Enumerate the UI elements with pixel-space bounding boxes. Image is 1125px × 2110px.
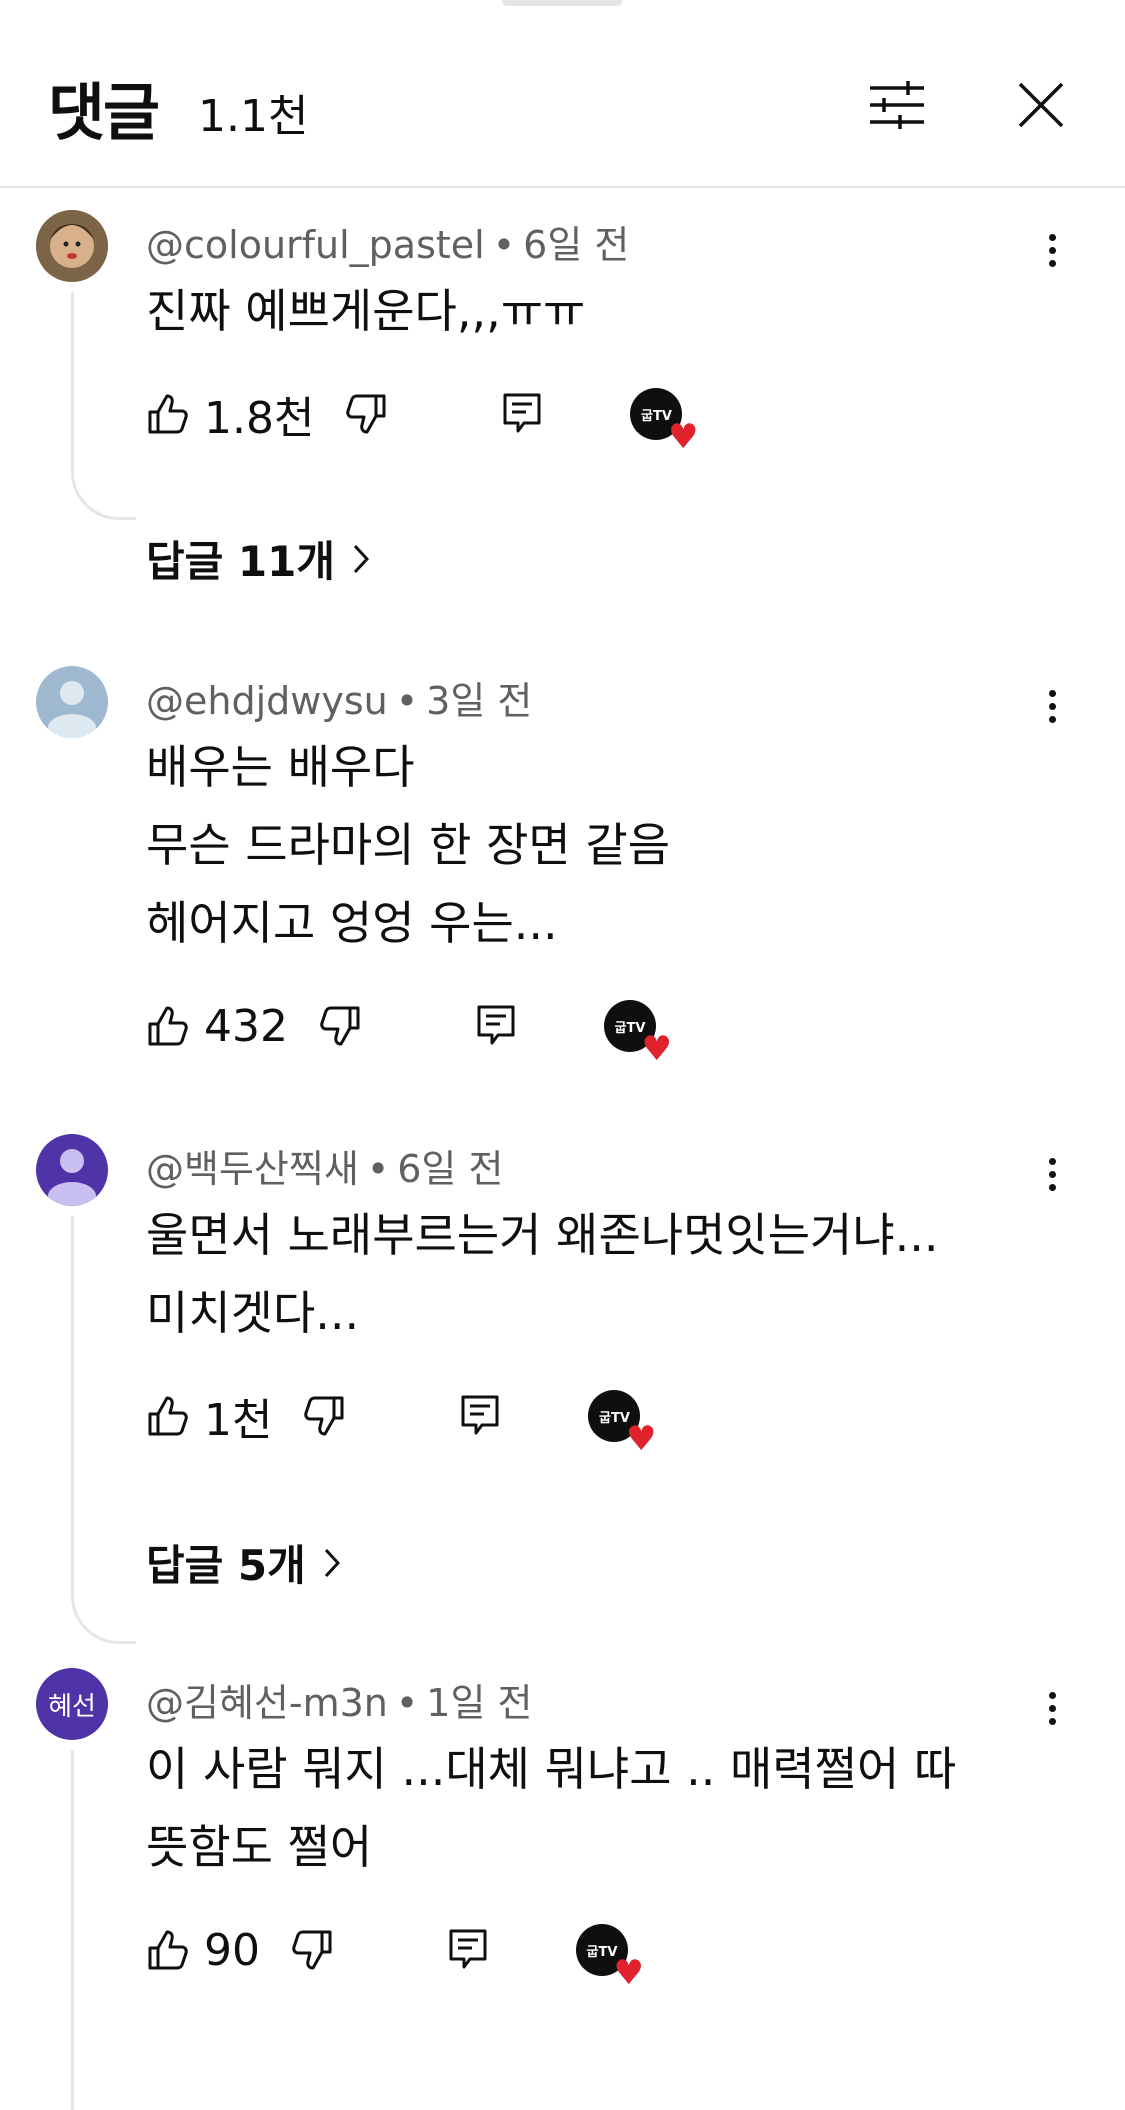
thread-line	[71, 1216, 136, 1644]
author-name[interactable]: @김혜선-m3n	[146, 1681, 388, 1725]
reply-icon	[477, 1005, 515, 1045]
thumbs-down-icon	[292, 1930, 332, 1970]
like-count: 1천	[204, 1395, 273, 1446]
filter-button[interactable]	[862, 70, 932, 140]
view-replies-button[interactable]: 답글 11개	[146, 528, 369, 589]
heart-icon: ♥	[641, 1029, 672, 1069]
creator-heart-badge: 굽TV ♥	[588, 1390, 656, 1456]
timestamp: 1일 전	[426, 1681, 533, 1725]
like-count: 432	[204, 1000, 288, 1052]
timestamp: 6일 전	[523, 223, 630, 267]
thread-line	[71, 1750, 136, 2110]
more-vert-icon	[1048, 233, 1056, 241]
comments-header: 댓글 1.1천	[0, 0, 1125, 188]
like-button[interactable]	[146, 392, 190, 436]
dislike-button[interactable]	[318, 1004, 362, 1048]
like-count: 1.8천	[204, 393, 315, 444]
reply-button[interactable]	[460, 1394, 500, 1438]
comment-actions: 1.8천 굽TV ♥	[146, 384, 698, 454]
sliders-icon	[870, 81, 924, 129]
like-button[interactable]	[146, 1394, 190, 1438]
heart-icon: ♥	[626, 1419, 657, 1459]
reply-icon	[461, 1395, 499, 1435]
dislike-button[interactable]	[302, 1394, 346, 1438]
dislike-button[interactable]	[290, 1928, 334, 1972]
thumbs-down-icon	[320, 1006, 360, 1046]
comment-text: 진짜 예쁘게운다,,,ㅠㅠ	[146, 284, 586, 338]
view-replies-button[interactable]: 답글 5개	[146, 1532, 340, 1593]
thumbs-up-icon	[148, 1930, 188, 1970]
heart-icon: ♥	[613, 1953, 644, 1993]
comment-text: 배우는 배우다 무슨 드라마의 한 장면 같음 헤어지고 엉엉 우는...	[146, 740, 671, 950]
timestamp: 3일 전	[426, 679, 533, 723]
reply-button[interactable]	[476, 1004, 516, 1048]
author-name[interactable]: @ehdjdwysu	[146, 679, 388, 723]
chevron-right-icon	[353, 544, 369, 573]
timestamp: 6일 전	[397, 1147, 504, 1191]
comment-actions: 90 굽TV ♥	[146, 1920, 644, 1990]
more-options-button[interactable]	[1028, 220, 1076, 280]
heart-icon: ♥	[667, 417, 699, 457]
creator-heart-badge: 굽TV ♥	[576, 1924, 644, 1990]
comment-count: 1.1천	[198, 91, 309, 142]
like-button[interactable]	[146, 1004, 190, 1048]
avatar[interactable]	[36, 666, 108, 738]
avatar-initials: 혜선	[48, 1691, 96, 1722]
default-avatar-icon	[48, 681, 96, 738]
thumbs-up-icon	[148, 1006, 188, 1046]
more-vert-icon	[1048, 1691, 1056, 1699]
more-vert-icon	[1048, 1157, 1056, 1165]
reply-icon	[449, 1929, 487, 1969]
reply-button[interactable]	[502, 392, 542, 436]
profile-photo-icon	[36, 210, 108, 282]
comment-text: 울면서 노래부르는거 왜존나멋잇는거냐... 미치겟다...	[146, 1208, 939, 1340]
thumbs-down-icon	[304, 1396, 344, 1436]
avatar[interactable]: 혜선	[36, 1668, 108, 1740]
more-options-button[interactable]	[1028, 1144, 1076, 1204]
dislike-button[interactable]	[344, 392, 388, 436]
page-title: 댓글	[48, 76, 160, 149]
avatar[interactable]	[36, 210, 108, 282]
thumbs-up-icon	[148, 394, 188, 434]
default-avatar-icon	[48, 1149, 96, 1206]
close-icon	[1018, 82, 1064, 128]
reply-button[interactable]	[448, 1928, 488, 1972]
thread-line	[71, 292, 136, 520]
creator-heart-badge: 굽TV ♥	[630, 388, 698, 454]
more-vert-icon	[1048, 689, 1056, 697]
more-options-button[interactable]	[1028, 1678, 1076, 1738]
creator-heart-badge: 굽TV ♥	[603, 1000, 672, 1066]
like-button[interactable]	[146, 1928, 190, 1972]
thumbs-down-icon	[346, 394, 386, 434]
avatar[interactable]	[36, 1134, 108, 1206]
comment-actions: 432 굽TV ♥	[146, 996, 672, 1066]
like-count: 90	[204, 1924, 260, 1976]
comment-meta: @colourful_pastel • 6일 전	[146, 223, 630, 267]
comment-meta: @백두산찍새 • 6일 전	[146, 1147, 504, 1191]
close-button[interactable]	[1006, 70, 1076, 140]
author-name[interactable]: @colourful_pastel	[146, 223, 485, 267]
comment-meta: @김혜선-m3n • 1일 전	[146, 1681, 533, 1725]
comment-text: 이 사람 뭐지 ...대체 뭐냐고 .. 매력쩔어 따 뜻함도 쩔어	[146, 1742, 957, 1874]
more-options-button[interactable]	[1028, 676, 1076, 736]
chevron-right-icon	[324, 1548, 340, 1577]
author-name[interactable]: @백두산찍새	[146, 1147, 359, 1191]
thumbs-up-icon	[148, 1396, 188, 1436]
comment-actions: 1천 굽TV ♥	[146, 1386, 656, 1456]
comment-meta: @ehdjdwysu • 3일 전	[146, 679, 533, 723]
reply-icon	[503, 393, 541, 433]
